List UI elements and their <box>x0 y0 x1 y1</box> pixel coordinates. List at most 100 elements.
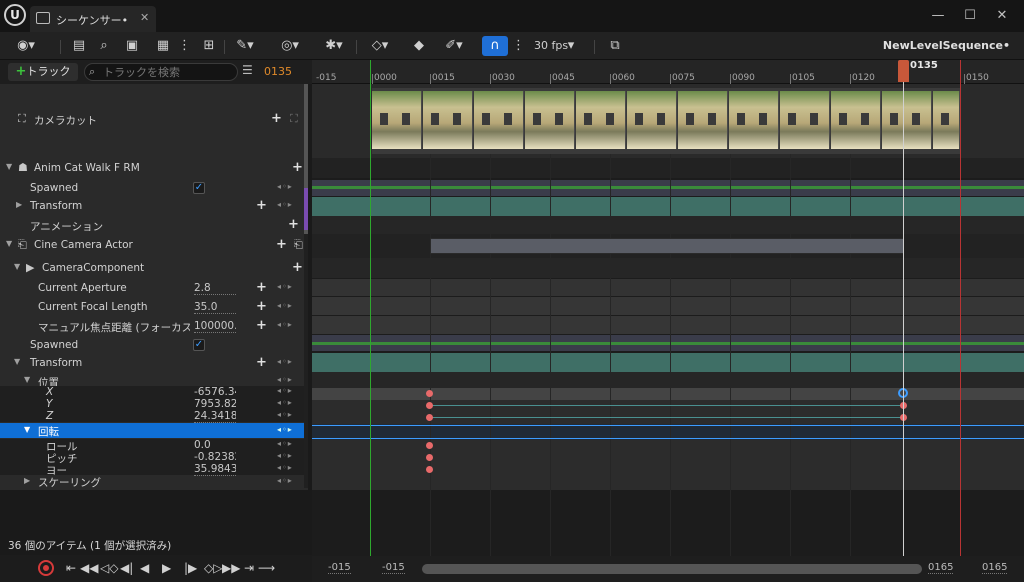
working-end-field[interactable]: 0165 <box>928 562 954 574</box>
key-nav-icons[interactable]: ◂◦▸ <box>277 375 293 384</box>
key-options-icon[interactable]: ◇▾ <box>364 36 396 56</box>
spawned-checkbox[interactable]: ✓ <box>193 182 205 194</box>
track-location-y[interactable]: Y 7953.824155 ◂◦▸ <box>0 398 308 411</box>
collapse-arrow-icon[interactable]: ▼ <box>24 375 30 384</box>
spawned-checkbox[interactable]: ✓ <box>193 339 205 351</box>
track-rotation-roll[interactable]: ロール 0.0 ◂◦▸ <box>0 439 308 453</box>
camera-lock-icon[interactable]: ⎗ <box>294 238 303 252</box>
jump-to-end-icon[interactable]: ⇥ <box>244 559 254 577</box>
current-frame-display[interactable]: 0135 <box>264 65 292 78</box>
track-search[interactable]: ⌕ <box>84 63 238 81</box>
track-location-x[interactable]: X -6576.347134 ◂◦▸ <box>0 386 308 399</box>
key-nav-icons[interactable]: ◂◦▸ <box>277 463 293 472</box>
playhead-handle[interactable] <box>898 60 909 82</box>
sequence-name[interactable]: NewLevelSequence• <box>883 36 1010 56</box>
jump-to-start-icon[interactable]: ⇤ <box>66 559 76 577</box>
close-window-button[interactable]: ✕ <box>992 6 1012 26</box>
aperture-value[interactable]: 2.8 <box>194 282 236 295</box>
more-options-icon[interactable]: ⋮ <box>178 36 191 56</box>
prev-frame-icon[interactable]: ◁◇ <box>100 559 118 577</box>
key-nav-icons[interactable]: ◂◦▸ <box>277 282 293 291</box>
manual-focus-value[interactable]: 100000.0 <box>194 320 236 333</box>
snap-magnet-icon[interactable]: ∩ <box>482 36 508 56</box>
expand-arrow-icon[interactable]: ▶ <box>16 200 22 209</box>
next-frame-icon[interactable]: ◇▷ <box>204 559 222 577</box>
key-nav-icons[interactable]: ◂◦▸ <box>277 386 293 395</box>
curve-editor-icon[interactable]: ⧉ <box>604 36 626 56</box>
track-rotation-pitch[interactable]: ピッチ -0.823822 ◂◦▸ <box>0 451 308 465</box>
step-back-icon[interactable]: ◀| <box>120 559 133 577</box>
playback-start-marker[interactable] <box>370 60 371 556</box>
minimize-button[interactable]: — <box>928 6 948 26</box>
view-range-scrollbar[interactable] <box>422 564 922 574</box>
keyframe[interactable] <box>426 390 433 397</box>
track-rotation[interactable]: ▼ 回転 ◂◦▸ <box>0 423 308 438</box>
camera-lock-icon[interactable]: ⛶ <box>290 112 298 126</box>
key-nav-icons[interactable]: ◂◦▸ <box>277 357 293 366</box>
track-transform-camera[interactable]: ▼ Transform + ◂◦▸ <box>0 354 308 372</box>
loop-icon[interactable]: ⟶ <box>258 559 275 577</box>
play-icon[interactable]: ▶ <box>162 559 171 577</box>
key-nav-icons[interactable]: ◂◦▸ <box>277 398 293 407</box>
playback-end-marker[interactable] <box>960 60 961 556</box>
key-nav-icons[interactable]: ◂◦▸ <box>277 476 293 485</box>
key-nav-icons[interactable]: ◂◦▸ <box>277 301 293 310</box>
unreal-logo-icon[interactable]: U <box>4 4 26 26</box>
key-nav-icons[interactable]: ◂◦▸ <box>277 320 293 329</box>
track-focal-length[interactable]: Current Focal Length 35.0 + ◂◦▸ <box>0 298 308 316</box>
record-button[interactable] <box>38 560 54 576</box>
track-spawned[interactable]: Spawned ✓ ◂◦▸ <box>0 179 308 197</box>
playback-options-icon[interactable]: ✱▾ <box>318 36 350 56</box>
key-nav-icons[interactable]: ◂◦▸ <box>277 451 293 460</box>
key-nav-icons[interactable]: ◂◦▸ <box>277 439 293 448</box>
add-key-icon[interactable]: + <box>256 280 267 295</box>
view-eye-icon[interactable]: ◎▾ <box>274 36 306 56</box>
keyframe[interactable] <box>426 454 433 461</box>
view-start-field[interactable]: -015 <box>328 562 351 574</box>
edit-pencil-icon[interactable]: ✐▾ <box>438 36 470 56</box>
key-nav-icons[interactable]: ◂◦▸ <box>277 200 293 209</box>
focal-length-value[interactable]: 35.0 <box>194 301 236 314</box>
play-reverse-icon[interactable]: ◀ <box>140 559 149 577</box>
add-icon[interactable]: + <box>292 260 303 275</box>
filter-icon[interactable]: ☰ <box>242 63 253 77</box>
track-scale[interactable]: ▶ スケーリング ◂◦▸ <box>0 475 308 489</box>
key-interp-icon[interactable]: ◆ <box>408 36 430 56</box>
collapse-arrow-icon[interactable]: ▼ <box>24 425 30 434</box>
fps-selector[interactable]: 30 fps <box>534 36 568 56</box>
key-nav-icons[interactable]: ◂◦▸ <box>277 410 293 419</box>
key-nav-icons[interactable]: ◂◦▸ <box>277 425 293 434</box>
track-spawned-camera[interactable]: Spawned ✓ <box>0 336 308 354</box>
view-end-field[interactable]: 0165 <box>982 562 1008 574</box>
fps-dropdown-icon[interactable]: ▾ <box>566 36 576 56</box>
step-forward-icon[interactable]: |▶ <box>184 559 197 577</box>
maximize-button[interactable]: ☐ <box>960 6 980 26</box>
world-menu-icon[interactable]: ◉▾ <box>10 36 42 56</box>
add-icon[interactable]: + <box>276 237 287 252</box>
track-current-aperture[interactable]: Current Aperture 2.8 + ◂◦▸ <box>0 279 308 297</box>
cine-camera-section[interactable] <box>430 238 904 254</box>
prev-key-icon[interactable]: ◀◀ <box>80 559 98 577</box>
add-icon[interactable]: + <box>288 217 299 232</box>
add-icon[interactable]: + <box>271 111 282 126</box>
find-asset-icon[interactable]: ⌕ <box>94 36 114 56</box>
track-anim-cat[interactable]: ▼ ☗ Anim Cat Walk F RM + <box>0 159 308 177</box>
location-z-value[interactable]: 24.341847 <box>194 410 236 423</box>
snap-options-icon[interactable]: ⋮ <box>512 36 525 56</box>
expand-arrow-icon[interactable]: ▶ <box>24 476 30 485</box>
keyframe[interactable] <box>426 442 433 449</box>
keyframe[interactable] <box>426 414 433 421</box>
collapse-arrow-icon[interactable]: ▼ <box>6 162 12 171</box>
key-nav-icons[interactable]: ◂◦▸ <box>277 182 293 191</box>
sequencer-tab[interactable]: シーケンサー• ✕ <box>30 6 156 32</box>
save-icon[interactable]: ▤ <box>70 36 88 56</box>
collapse-arrow-icon[interactable]: ▼ <box>6 239 12 248</box>
track-camera-component[interactable]: ▼ ▶ CameraComponent + <box>0 259 308 277</box>
add-track-button[interactable]: +トラック <box>8 63 78 81</box>
track-rotation-yaw[interactable]: ヨー 35.984375 ◂◦▸ <box>0 463 308 477</box>
track-manual-focus[interactable]: マニュアル焦点距離 (フォーカス設定 100000.0 + ◂◦▸ <box>0 317 308 335</box>
render-movie-icon[interactable]: ▣ <box>122 36 142 56</box>
track-search-input[interactable] <box>103 65 233 79</box>
add-key-icon[interactable]: + <box>256 355 267 370</box>
playhead-line[interactable] <box>903 70 904 556</box>
